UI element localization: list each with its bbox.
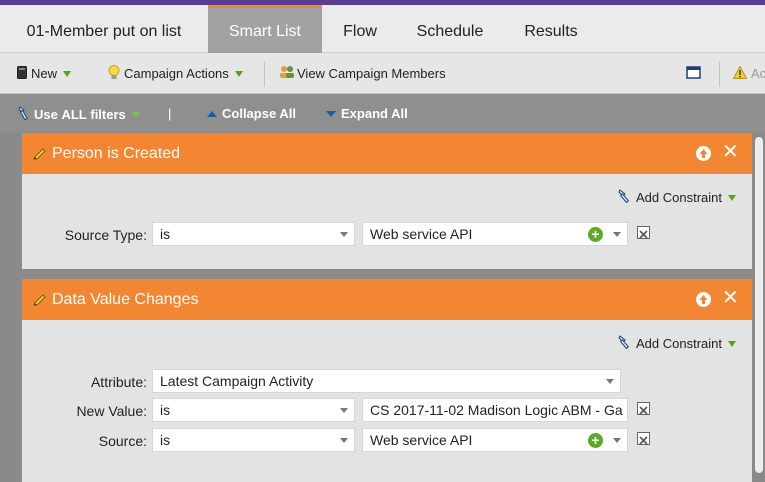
filter-card-data-value-changes: Data Value Changes ✕ Add Constraint Attr… (22, 279, 752, 482)
move-up-icon[interactable] (696, 146, 711, 161)
filter-card-header: Person is Created ✕ (22, 133, 752, 174)
alert-button[interactable]: Ac (732, 64, 765, 83)
operator-value: is (160, 432, 171, 448)
toolbar: New Campaign Actions View Campaign Membe… (0, 53, 765, 94)
source-operator-select[interactable]: is (152, 428, 355, 452)
tab-program-name[interactable]: 01-Member put on list (0, 5, 208, 53)
people-icon (279, 65, 295, 83)
attribute-label: Attribute: (90, 374, 147, 390)
chevron-down-icon (340, 232, 348, 237)
chevron-down-icon (340, 408, 348, 413)
use-all-emphasis: ALL (61, 107, 87, 122)
expand-all-button[interactable]: Expand All (326, 106, 408, 121)
campaign-actions-label: Campaign Actions (124, 66, 229, 81)
warning-icon (732, 64, 748, 83)
new-value-label: New Value: (76, 403, 147, 419)
operator-value: is (160, 226, 171, 242)
wrench-icon (618, 189, 632, 206)
add-constraint-label: Add Constraint (636, 336, 722, 351)
source-label: Source: (98, 433, 147, 449)
chevron-down-icon (606, 379, 614, 384)
tab-bar: 01-Member put on list Smart List Flow Sc… (0, 5, 765, 53)
use-suffix: filters (86, 107, 126, 122)
tab-schedule[interactable]: Schedule (398, 5, 502, 53)
dropdown-triangle-icon (728, 340, 736, 347)
campaign-actions-button[interactable]: Campaign Actions (108, 64, 243, 84)
wrench-icon (18, 106, 30, 123)
dropdown-triangle-icon (234, 71, 243, 77)
move-up-icon[interactable] (696, 292, 711, 307)
source-type-label: Source Type: (64, 227, 147, 243)
delete-row-icon[interactable] (637, 432, 650, 445)
close-icon[interactable]: ✕ (722, 142, 739, 162)
window-icon-button[interactable] (686, 66, 701, 82)
scrollbar-thumb[interactable] (755, 137, 763, 473)
use-all-filters-dropdown[interactable]: Use ALL filters (18, 106, 140, 123)
filter-card-person-is-created: Person is Created ✕ Add Constraint Sourc… (22, 133, 752, 269)
new-value-operator-select[interactable]: is (152, 398, 355, 422)
use-prefix: Use (34, 107, 62, 122)
chevron-down-icon (613, 438, 621, 443)
filter-title: Person is Created (52, 145, 181, 162)
filter-bar: Use ALL filters | Collapse All Expand Al… (0, 94, 765, 132)
window-icon (686, 65, 701, 83)
expand-arrow-icon (326, 110, 336, 117)
view-campaign-members-label: View Campaign Members (297, 66, 446, 81)
filter-bar-separator: | (168, 106, 172, 121)
add-constraint-button[interactable]: Add Constraint (618, 335, 736, 352)
dropdown-triangle-icon (131, 111, 140, 118)
wrench-icon (618, 335, 632, 352)
plus-circle-icon[interactable]: + (588, 227, 603, 242)
source-type-value-select[interactable]: Web service API + (362, 222, 628, 246)
filter-card-header: Data Value Changes ✕ (22, 279, 752, 320)
source-value: Web service API (370, 432, 473, 448)
delete-row-icon[interactable] (637, 226, 650, 239)
new-value-input[interactable]: CS 2017-11-02 Madison Logic ABM - Ga (362, 398, 628, 422)
filter-title: Data Value Changes (52, 291, 199, 308)
plus-circle-icon[interactable]: + (588, 433, 603, 448)
delete-row-icon[interactable] (637, 402, 650, 415)
source-type-value: Web service API (370, 226, 473, 242)
toolbar-divider (264, 61, 265, 87)
tab-results[interactable]: Results (502, 5, 600, 53)
collapse-all-label: Collapse All (222, 106, 296, 121)
pencil-icon (32, 292, 46, 311)
tab-flow[interactable]: Flow (322, 5, 398, 53)
attribute-select[interactable]: Latest Campaign Activity (152, 369, 621, 393)
close-icon[interactable]: ✕ (722, 288, 739, 308)
new-button-label: New (31, 66, 58, 81)
attribute-value: Latest Campaign Activity (160, 373, 314, 389)
lightbulb-icon (108, 64, 120, 84)
pencil-icon (32, 146, 46, 165)
add-constraint-button[interactable]: Add Constraint (618, 189, 736, 206)
dropdown-triangle-icon (728, 194, 736, 201)
alert-partial-label: Ac (751, 66, 765, 81)
dropdown-triangle-icon (63, 71, 72, 77)
new-button[interactable]: New (17, 65, 72, 83)
source-value-select[interactable]: Web service API + (362, 428, 628, 452)
collapse-arrow-icon (207, 110, 217, 117)
collapse-all-button[interactable]: Collapse All (207, 106, 296, 121)
chevron-down-icon (613, 232, 621, 237)
toolbar-divider (719, 61, 720, 87)
view-campaign-members-button[interactable]: View Campaign Members (279, 66, 446, 82)
new-doc-icon (17, 65, 27, 83)
tab-smart-list[interactable]: Smart List (208, 5, 322, 53)
operator-value: is (160, 402, 171, 418)
source-type-operator-select[interactable]: is (152, 222, 355, 246)
new-value-text: CS 2017-11-02 Madison Logic ABM - Ga (370, 402, 623, 418)
chevron-down-icon (340, 438, 348, 443)
add-constraint-label: Add Constraint (636, 190, 722, 205)
expand-all-label: Expand All (341, 106, 408, 121)
